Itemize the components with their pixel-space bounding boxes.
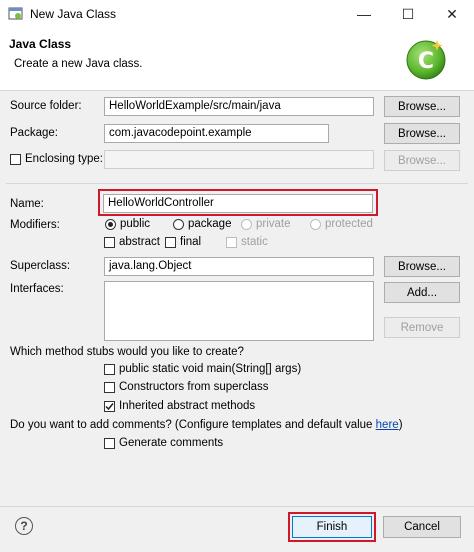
enclosing-type-label: Enclosing type: [25, 153, 103, 165]
interfaces-list[interactable] [104, 281, 374, 341]
configure-templates-link[interactable]: here [376, 419, 399, 431]
window-title: New Java Class [30, 7, 117, 21]
maximize-button[interactable]: ☐ [386, 0, 430, 28]
modifier-public-label: public [120, 218, 151, 230]
final-label: final [180, 236, 202, 248]
modifier-private-label: private [256, 218, 291, 230]
source-folder-label: Source folder: [10, 100, 82, 112]
enclosing-type-field[interactable] [104, 150, 374, 169]
footer-divider [0, 506, 474, 507]
page-subtitle: Create a new Java class. [14, 58, 143, 70]
inherited-abstract-checkbox[interactable] [104, 401, 115, 412]
method-stubs-question: Which method stubs would you like to cre… [10, 346, 244, 358]
close-button[interactable]: ✕ [430, 0, 474, 28]
new-class-icon: C [406, 40, 446, 80]
finish-button[interactable]: Finish [292, 516, 372, 538]
inherited-abstract-label: Inherited abstract methods [119, 400, 256, 412]
cancel-button[interactable]: Cancel [383, 516, 461, 538]
modifier-package-radio[interactable] [173, 219, 184, 230]
name-label: Name: [10, 198, 44, 210]
package-browse-button[interactable]: Browse... [384, 123, 460, 144]
help-icon[interactable]: ? [15, 517, 33, 535]
eclipse-window-icon [8, 7, 23, 20]
package-field[interactable]: com.javacodepoint.example [104, 124, 329, 143]
interfaces-label: Interfaces: [10, 283, 64, 295]
main-method-checkbox[interactable] [104, 364, 115, 375]
modifiers-label: Modifiers: [10, 219, 60, 231]
page-title: Java Class [9, 37, 72, 51]
checkmark-icon [105, 403, 114, 411]
modifier-protected-label: protected [325, 218, 373, 230]
enclosing-type-browse-button[interactable]: Browse... [384, 150, 460, 171]
constructors-label: Constructors from superclass [119, 381, 269, 393]
generate-comments-checkbox[interactable] [104, 438, 115, 449]
superclass-field[interactable]: java.lang.Object [104, 257, 374, 276]
source-folder-field[interactable]: HelloWorldExample/src/main/java [104, 97, 374, 116]
radio-selected-dot [108, 222, 113, 227]
interfaces-add-button[interactable]: Add... [384, 282, 460, 303]
final-checkbox[interactable] [165, 237, 176, 248]
constructors-checkbox[interactable] [104, 382, 115, 393]
superclass-label: Superclass: [10, 260, 71, 272]
comments-question-text: Do you want to add comments? (Configure … [10, 419, 376, 431]
modifier-public-radio[interactable] [105, 219, 116, 230]
comments-question-close: ) [398, 419, 403, 431]
static-checkbox[interactable] [226, 237, 237, 248]
modifier-package-label: package [188, 218, 232, 230]
name-field[interactable]: HelloWorldController [103, 194, 373, 213]
source-folder-browse-button[interactable]: Browse... [384, 96, 460, 117]
interfaces-remove-button[interactable]: Remove [384, 317, 460, 338]
modifier-protected-radio[interactable] [310, 219, 321, 230]
minimize-button[interactable]: — [342, 0, 386, 28]
generate-comments-label: Generate comments [119, 437, 224, 449]
abstract-checkbox[interactable] [104, 237, 115, 248]
abstract-label: abstract [119, 236, 160, 248]
superclass-browse-button[interactable]: Browse... [384, 256, 460, 277]
main-method-label: public static void main(String[] args) [119, 363, 302, 375]
package-label: Package: [10, 127, 58, 139]
static-label: static [241, 236, 268, 248]
divider [6, 183, 468, 184]
svg-text:C: C [418, 49, 434, 74]
comments-question: Do you want to add comments? (Configure … [10, 419, 403, 431]
modifier-private-radio[interactable] [241, 219, 252, 230]
enclosing-type-checkbox[interactable] [10, 154, 21, 165]
